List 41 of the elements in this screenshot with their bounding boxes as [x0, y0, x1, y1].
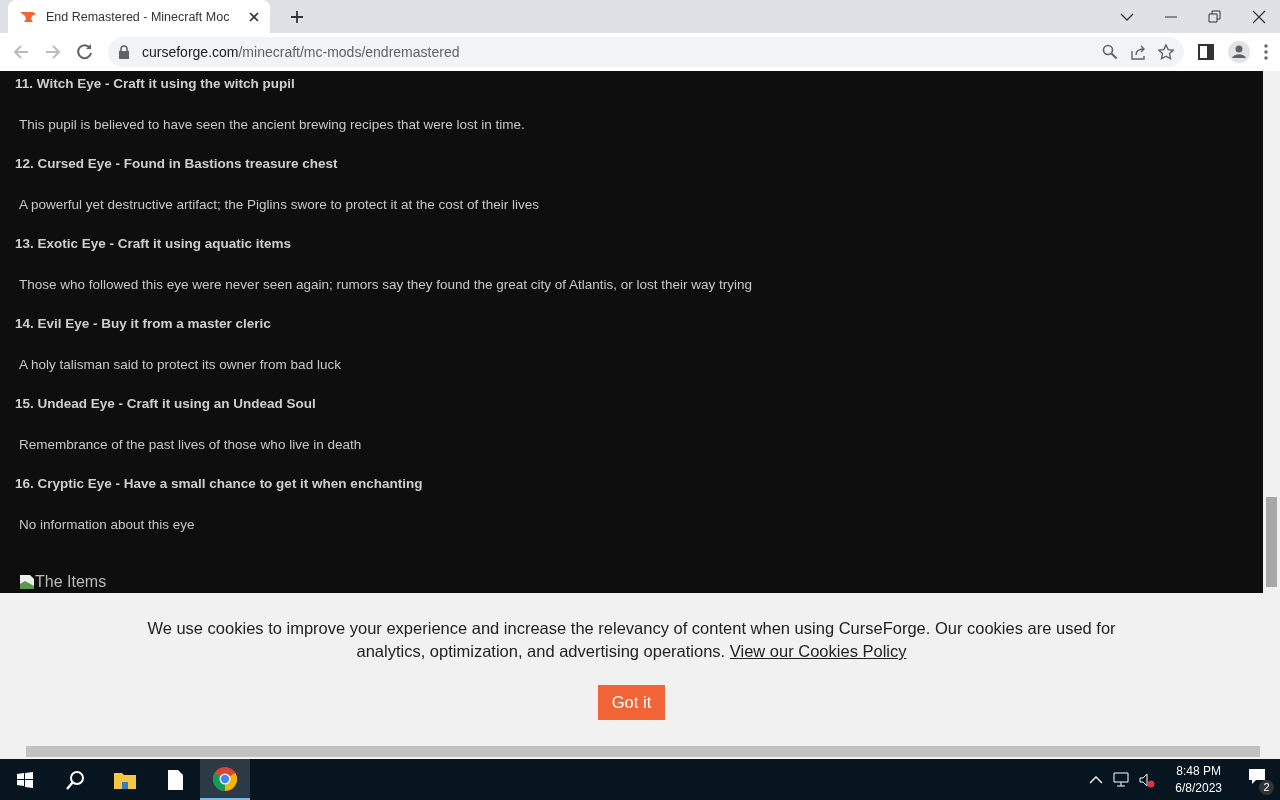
clock-time[interactable]: 8:48 PM	[1175, 762, 1222, 780]
restore-icon[interactable]	[1208, 9, 1222, 24]
muted-speaker-icon[interactable]	[1139, 771, 1156, 788]
side-panel-icon[interactable]	[1198, 44, 1214, 60]
item-description: Remembrance of the past lives of those who live in death	[19, 436, 362, 454]
more-menu-icon[interactable]	[1264, 44, 1268, 60]
broken-image-icon	[19, 574, 35, 590]
item-description: No information about this eye	[19, 516, 195, 534]
clock-date[interactable]: 6/8/2023	[1175, 779, 1222, 797]
vertical-scrollbar[interactable]	[1263, 71, 1280, 743]
item-description: Those who followed this eye were never seen again; rumors say they found the great city of Atlantis, or lost their way trying	[19, 276, 753, 294]
cookie-message: We use cookies to improve your experience and increase the relevancy of content when using CurseForge. Our cookies are used for analytics, optimization, and advertising operations. View our Cookies Policy	[146, 618, 1117, 662]
star-icon[interactable]	[1158, 44, 1174, 60]
url-text: curseforge.com/minecraft/mc-mods/endremastered	[142, 44, 461, 60]
document-icon[interactable]	[167, 769, 183, 790]
search-icon[interactable]	[65, 769, 85, 790]
item-description: This pupil is believed to have seen the ancient brewing recipes that were lost in time.	[19, 116, 525, 134]
windows-start-icon[interactable]	[17, 771, 33, 788]
notification-count: 2	[1259, 780, 1274, 795]
item-description: A holy talisman said to protect its owner from bad luck	[19, 356, 341, 374]
anvil-icon	[20, 10, 36, 23]
share-icon[interactable]	[1130, 44, 1146, 60]
address-bar[interactable]: curseforge.com/minecraft/mc-mods/endremastered	[108, 37, 1184, 67]
cookies-policy-link[interactable]: View our Cookies Policy	[729, 642, 907, 660]
item-heading: 11. Witch Eye - Craft it using the witch pupil	[15, 75, 295, 93]
item-description: A powerful yet destructive artifact; the Piglins swore to protect it at the cost of their lives	[19, 196, 539, 214]
item-heading: 14. Evil Eye - Buy it from a master cleric	[15, 315, 271, 333]
close-icon[interactable]	[1252, 9, 1266, 24]
horizontal-scrollbar[interactable]	[0, 743, 1280, 759]
item-heading: 16. Cryptic Eye - Have a small chance to get it when enchanting	[15, 475, 423, 493]
lock-icon[interactable]	[118, 45, 130, 59]
item-heading: 13. Exotic Eye - Craft it using aquatic items	[15, 235, 292, 253]
profile-avatar-icon[interactable]	[1228, 41, 1250, 63]
item-heading: 15. Undead Eye - Craft it using an Undead Soul	[15, 395, 316, 413]
chrome-browser-icon[interactable]	[213, 766, 237, 791]
reload-icon[interactable]	[76, 43, 94, 61]
new-tab-icon[interactable]	[290, 9, 304, 24]
close-icon[interactable]	[248, 10, 260, 23]
browser-tab[interactable]: End Remastered - Minecraft Moc	[8, 0, 270, 33]
image-alt-text: The Items	[35, 573, 107, 591]
item-heading: 12. Cursed Eye - Found in Bastions treasure chest	[15, 155, 338, 173]
